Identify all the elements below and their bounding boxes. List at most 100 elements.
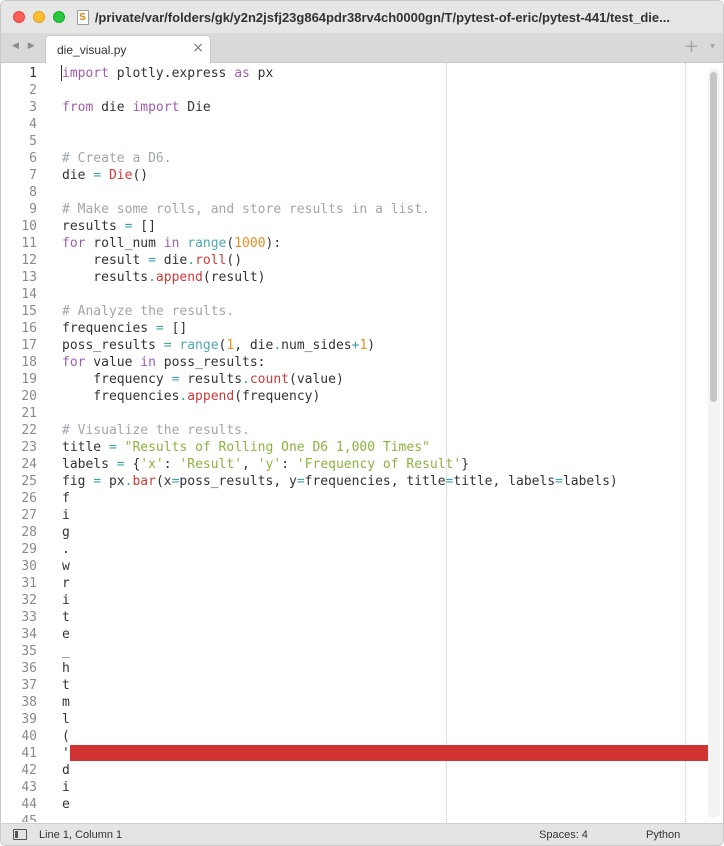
code-line[interactable]: h: [62, 660, 70, 677]
code-line[interactable]: e: [62, 626, 70, 643]
code-line[interactable]: frequencies.append(frequency): [62, 388, 320, 405]
code-line[interactable]: _: [62, 643, 70, 660]
line-number-gutter: 1 2 3 4 5 6 7 8 9 10 11 12 13 14 15 16 17 18 19 20 21 22 23 24 2…: [1, 63, 51, 822]
cursor-position[interactable]: Line 1, Column 1: [39, 829, 122, 841]
code-line[interactable]: i: [62, 592, 70, 609]
line-number: 36: [21, 661, 37, 676]
vertical-scrollbar[interactable]: [708, 68, 720, 818]
code-line[interactable]: r: [62, 575, 70, 592]
tab-die-visual[interactable]: die_visual.py ×: [45, 35, 211, 63]
line-number: 8: [29, 185, 37, 200]
new-tab-icon[interactable]: +: [684, 36, 699, 57]
code-line[interactable]: frequencies = []: [62, 320, 187, 337]
tab-close-icon[interactable]: ×: [192, 40, 204, 56]
line-number: 7: [29, 168, 37, 183]
zoom-window-button[interactable]: [53, 11, 65, 23]
code-line[interactable]: # Visualize the results.: [62, 422, 250, 439]
line-number: 4: [29, 117, 37, 132]
code-line[interactable]: (: [62, 728, 70, 745]
code-line[interactable]: title = "Results of Rolling One D6 1,000…: [62, 439, 430, 456]
code-line[interactable]: # Make some rolls, and store results in …: [62, 201, 430, 218]
python-file-icon[interactable]: S: [77, 9, 89, 25]
line-number: 14: [21, 287, 37, 302]
ruler-guide: [685, 63, 686, 822]
minimize-window-button[interactable]: [33, 11, 45, 23]
tab-menu-chevron-icon[interactable]: ▾: [710, 41, 715, 52]
line-number: 1: [29, 66, 37, 81]
ruler-guide: [446, 63, 447, 822]
line-number: 13: [21, 270, 37, 285]
tab-label: die_visual.py: [57, 43, 127, 57]
line-number: 9: [29, 202, 37, 217]
code-line[interactable]: d: [62, 762, 70, 779]
code-line[interactable]: f: [62, 490, 70, 507]
code-line[interactable]: for roll_num in range(1000):: [62, 235, 281, 252]
indentation-setting[interactable]: Spaces: 4: [539, 829, 588, 841]
code-line[interactable]: import plotly.express as px: [62, 65, 273, 82]
code-line[interactable]: i: [62, 779, 70, 796]
code-line[interactable]: from die import Die: [62, 99, 211, 116]
line-number: 24: [21, 457, 37, 472]
code-line[interactable]: die = Die(): [62, 167, 148, 184]
line-number: 16: [21, 321, 37, 336]
line-number: 45: [21, 814, 37, 822]
code-line[interactable]: fig = px.bar(x=poss_results, y=frequenci…: [62, 473, 618, 490]
code-line[interactable]: g: [62, 524, 70, 541]
line-number: 11: [21, 236, 37, 251]
window-controls: [1, 11, 65, 23]
code-line[interactable]: e: [62, 796, 70, 813]
syntax-selector[interactable]: Python: [646, 829, 680, 841]
text-cursor: [61, 65, 62, 81]
code-line[interactable]: results.append(result): [62, 269, 265, 286]
line-number: 30: [21, 559, 37, 574]
code-line[interactable]: l: [62, 711, 70, 728]
window-title: /private/var/folders/gk/y2n2jsfj23g864pd…: [94, 9, 670, 25]
code-line[interactable]: poss_results = range(1, die.num_sides+1): [62, 337, 375, 354]
sidebar-toggle-icon[interactable]: [13, 829, 27, 840]
code-line[interactable]: # Analyze the results.: [62, 303, 234, 320]
line-number: 32: [21, 593, 37, 608]
status-bar: Line 1, Column 1 Spaces: 4 Python: [1, 823, 723, 845]
line-number: 21: [21, 406, 37, 421]
code-line[interactable]: i: [62, 507, 70, 524]
title-bar: S /private/var/folders/gk/y2n2jsfj23g864…: [1, 1, 723, 34]
line-number: 2: [29, 83, 37, 98]
code-line[interactable]: .: [62, 541, 70, 558]
line-number: 15: [21, 304, 37, 319]
line-number: 38: [21, 695, 37, 710]
line-number: 37: [21, 678, 37, 693]
code-line[interactable]: result = die.roll(): [62, 252, 242, 269]
code-line[interactable]: t: [62, 677, 70, 694]
line-number: 29: [21, 542, 37, 557]
line-number: 39: [21, 712, 37, 727]
line-number: 42: [21, 763, 37, 778]
code-editor[interactable]: 1 2 3 4 5 6 7 8 9 10 11 12 13 14 15 16 17 18 19 20 21 22 23 24 2…: [1, 63, 723, 822]
line-number: 35: [21, 644, 37, 659]
line-number: 10: [21, 219, 37, 234]
code-line[interactable]: m: [62, 694, 70, 711]
line-number: 40: [21, 729, 37, 744]
code-line[interactable]: frequency = results.count(value): [62, 371, 344, 388]
code-line[interactable]: labels = {'x': 'Result', 'y': 'Frequency…: [62, 456, 469, 473]
line-number: 26: [21, 491, 37, 506]
line-number: 31: [21, 576, 37, 591]
code-line[interactable]: w: [62, 558, 70, 575]
line-number: 33: [21, 610, 37, 625]
code-line[interactable]: results = []: [62, 218, 156, 235]
tab-nav-arrows-icon[interactable]: ◀ ▶: [12, 41, 38, 51]
code-line[interactable]: for value in poss_results:: [62, 354, 266, 371]
line-number: 34: [21, 627, 37, 642]
line-number: 43: [21, 780, 37, 795]
line-number: 27: [21, 508, 37, 523]
code-line[interactable]: ': [62, 745, 70, 762]
close-window-button[interactable]: [13, 11, 25, 23]
line-number: 18: [21, 355, 37, 370]
line-number: 12: [21, 253, 37, 268]
scrollbar-thumb[interactable]: [710, 72, 717, 402]
line-number: 41: [21, 746, 37, 761]
code-line[interactable]: # Create a D6.: [62, 150, 172, 167]
line-number: 3: [29, 100, 37, 115]
code-line[interactable]: t: [62, 609, 70, 626]
tab-bar: ◀ ▶ die_visual.py × + ▾: [1, 33, 723, 63]
editor-window: S /private/var/folders/gk/y2n2jsfj23g864…: [0, 0, 724, 846]
